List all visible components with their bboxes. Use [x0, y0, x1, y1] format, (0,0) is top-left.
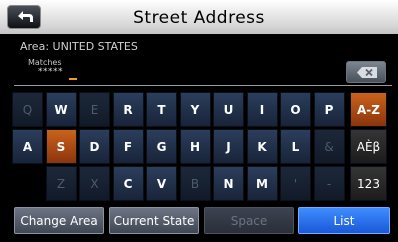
page-title: Street Address — [133, 8, 265, 28]
key-u[interactable]: U — [213, 92, 244, 127]
matches-label: Matches — [28, 58, 62, 67]
key-p[interactable]: P — [313, 92, 345, 127]
keyboard: Q W E R T Y U I O P A S D F G H J K L & Z X C V B N M ' - A-Z AÈβ 123 — [12, 92, 393, 204]
title-bar: Street Address — [0, 0, 398, 34]
input-underline — [14, 85, 392, 86]
space-button[interactable]: Space — [204, 207, 294, 234]
key-b[interactable]: B — [179, 166, 211, 201]
key-c[interactable]: C — [112, 166, 144, 201]
key-m[interactable]: M — [246, 166, 278, 201]
key-t[interactable]: T — [146, 92, 177, 127]
key-f[interactable]: F — [112, 129, 144, 164]
back-arrow-icon — [18, 11, 33, 22]
key-ampersand[interactable]: & — [313, 129, 345, 164]
key-y[interactable]: Y — [179, 92, 211, 127]
area-label: Area: UNITED STATES — [20, 40, 138, 53]
delete-button[interactable] — [346, 61, 386, 83]
mode-button-2[interactable]: 123 — [350, 166, 387, 201]
key-n[interactable]: N — [213, 166, 244, 201]
key-x[interactable]: X — [79, 166, 110, 201]
key-a[interactable]: A — [12, 129, 43, 164]
change-area-button[interactable]: Change Area — [14, 207, 104, 234]
key-v[interactable]: V — [146, 166, 177, 201]
list-button[interactable]: List — [298, 207, 390, 234]
current-state-button[interactable]: Current State — [109, 207, 199, 234]
backspace-icon — [357, 67, 377, 78]
key-s[interactable]: S — [45, 129, 77, 164]
key-q[interactable]: Q — [12, 92, 43, 127]
key-z[interactable]: Z — [45, 166, 77, 201]
entry-text: ***** — [38, 67, 63, 77]
key-k[interactable]: K — [246, 129, 278, 164]
key-o[interactable]: O — [280, 92, 311, 127]
mode-button-0[interactable]: A-Z — [350, 92, 387, 127]
mode-button-1[interactable]: AÈβ — [350, 129, 387, 164]
key-g[interactable]: G — [146, 129, 177, 164]
key-hyphen[interactable]: - — [313, 166, 345, 201]
key-j[interactable]: J — [213, 129, 244, 164]
key-h[interactable]: H — [179, 129, 211, 164]
key-d[interactable]: D — [79, 129, 110, 164]
key-r[interactable]: R — [112, 92, 144, 127]
key-l[interactable]: L — [280, 129, 311, 164]
key-w[interactable]: W — [45, 92, 77, 127]
key-apostrophe[interactable]: ' — [280, 166, 311, 201]
key-e[interactable]: E — [79, 92, 110, 127]
text-cursor — [69, 78, 77, 80]
back-button[interactable] — [7, 5, 41, 29]
key-i[interactable]: I — [246, 92, 278, 127]
